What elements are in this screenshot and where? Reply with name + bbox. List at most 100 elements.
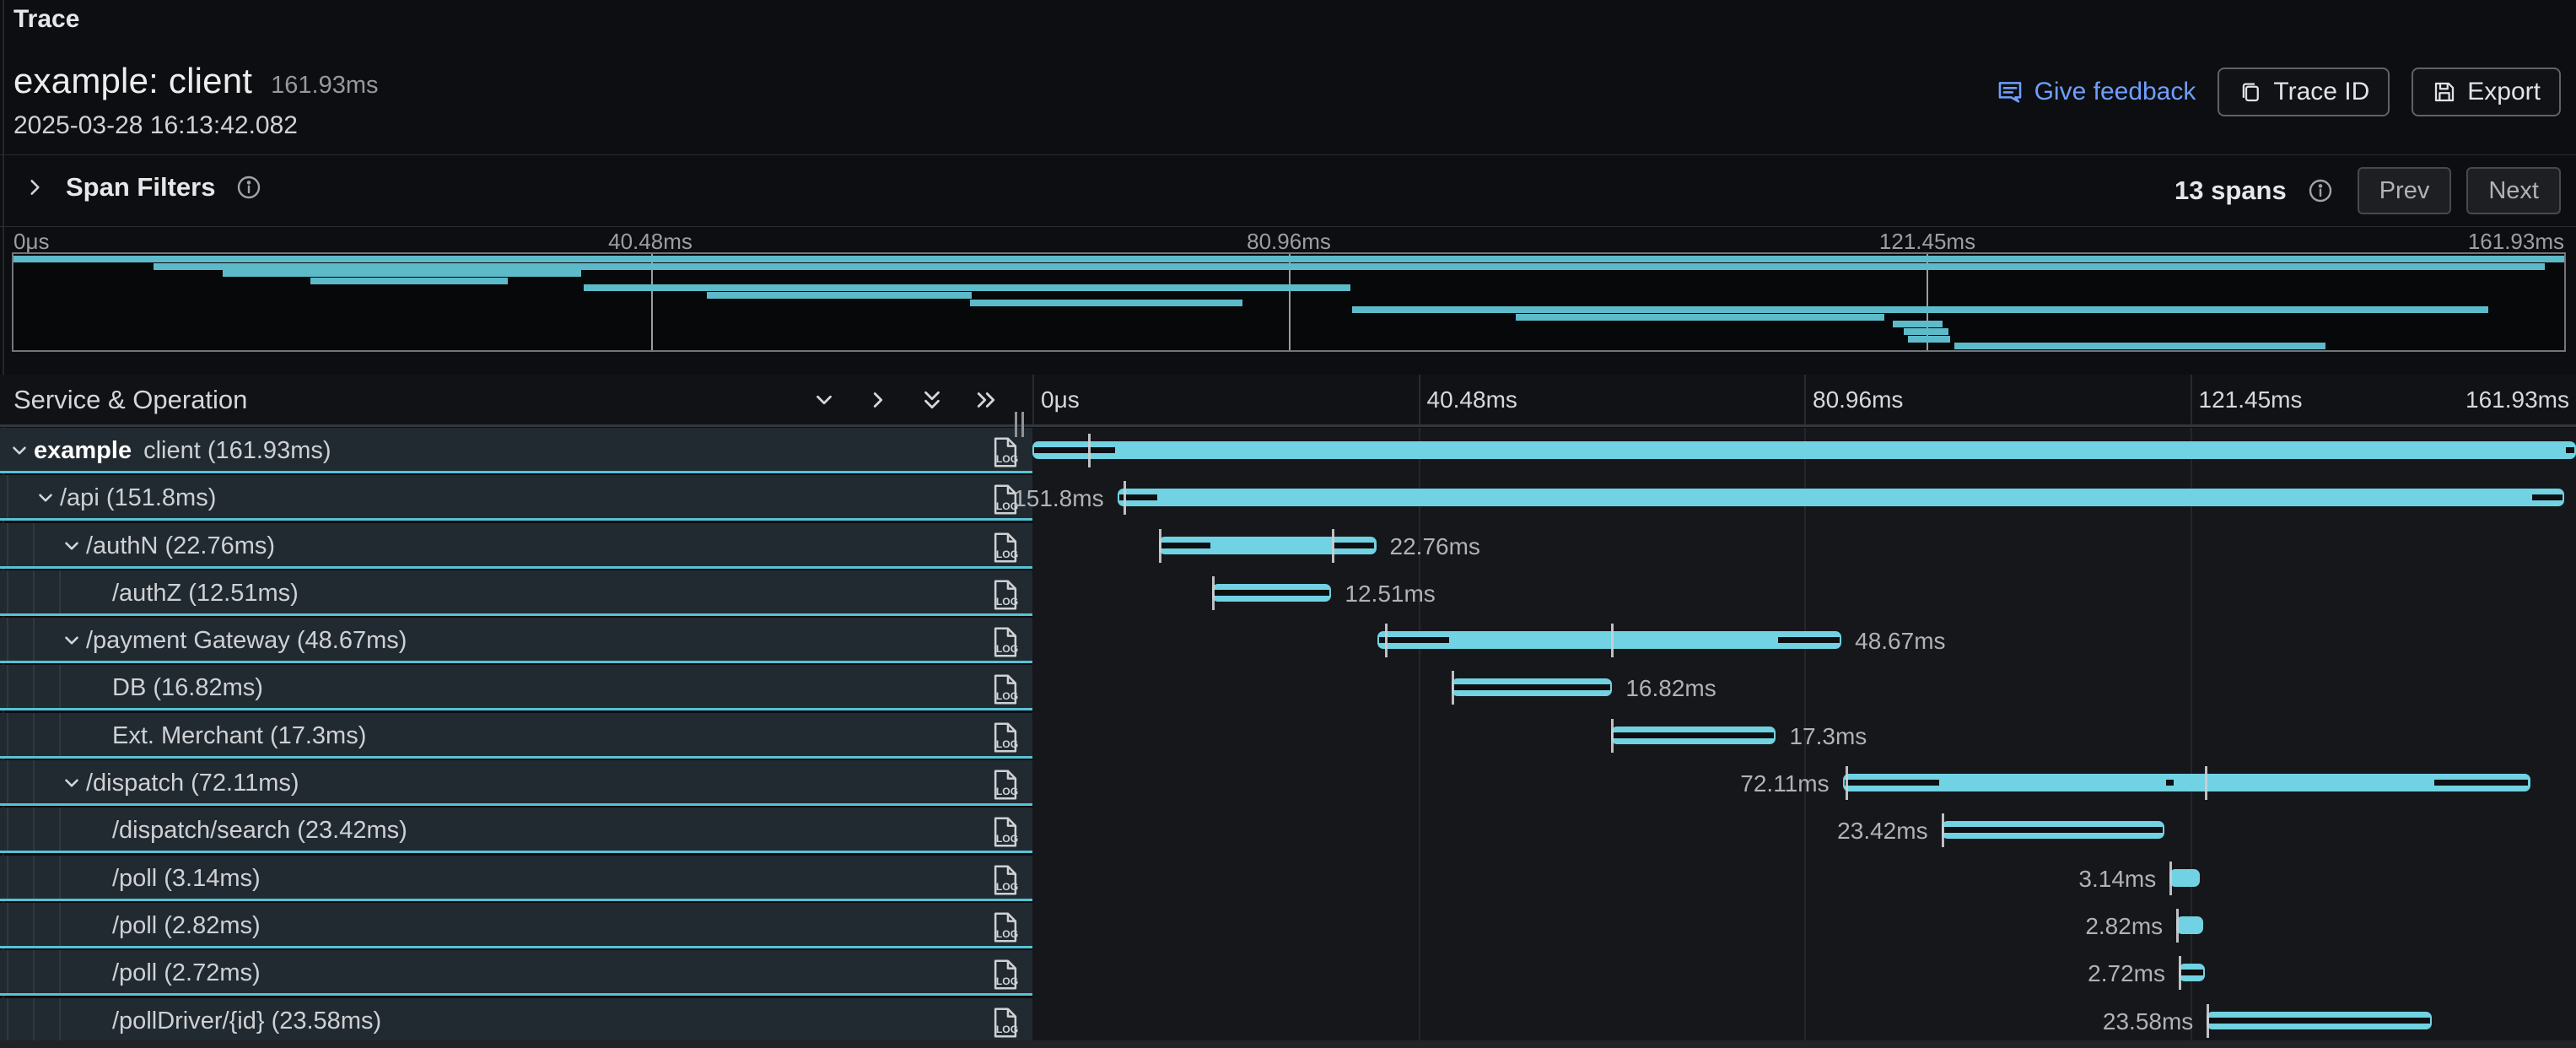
collapse-chevron-icon[interactable] [61,629,83,651]
span-name-cell[interactable]: /authZ (12.51ms)LOG [0,570,1032,616]
minimap-span-bar [154,263,2545,270]
span-row[interactable]: /pollDriver/{id} (23.58ms)LOG 23.58ms [0,998,2576,1045]
span-bar[interactable] [1843,774,2530,791]
minimap-span-bar [310,278,508,284]
give-feedback-link[interactable]: Give feedback [1996,78,2196,106]
timeline-tick-label: 161.93ms [2466,386,2569,413]
collapse-chevron-icon[interactable] [8,440,30,462]
collapse-one-icon[interactable] [811,387,837,413]
span-name-cell[interactable]: /payment Gateway (48.67ms)LOG [0,618,1032,663]
span-row[interactable]: /authZ (12.51ms)LOG12.51ms [0,570,2576,618]
collapse-chevron-icon[interactable] [35,487,57,509]
span-bar[interactable] [2169,869,2199,887]
span-row[interactable]: /poll (2.82ms)LOG2.82ms [0,903,2576,950]
span-row[interactable]: Ext. Merchant (17.3ms)LOG17.3ms [0,713,2576,760]
critical-path-overlay [1845,780,1940,786]
span-timeline-cell[interactable]: 23.58ms [1032,998,2576,1045]
span-row[interactable]: /poll (2.72ms)LOG2.72ms [0,950,2576,997]
span-name-cell[interactable]: /poll (2.72ms)LOG [0,950,1032,996]
span-timeline-cell[interactable]: 151.8ms [1032,475,2576,522]
log-icon[interactable]: LOG [990,721,1021,754]
critical-path-overlay [2166,780,2173,786]
log-icon[interactable]: LOG [990,531,1021,565]
info-icon[interactable] [2307,177,2334,204]
next-span-button[interactable]: Next [2466,167,2561,214]
collapse-all-icon[interactable] [919,387,945,413]
log-icon[interactable]: LOG [990,578,1021,612]
span-timeline-cell[interactable]: 23.42ms [1032,808,2576,855]
critical-path-overlay [2532,494,2563,500]
span-row[interactable]: /api (151.8ms)LOG151.8ms [0,475,2576,522]
span-event-tick [1212,576,1215,610]
timeline-header-tick [1419,375,1420,424]
span-name-cell[interactable]: /api (151.8ms)LOG [0,475,1032,521]
span-label: /api (151.8ms) [60,484,216,512]
span-name-cell[interactable]: /poll (2.82ms)LOG [0,903,1032,948]
critical-path-overlay [1214,590,1329,596]
span-name-cell[interactable]: /poll (3.14ms)LOG [0,856,1032,901]
span-bar[interactable] [1032,441,2576,459]
span-duration-label: 48.67ms [1855,628,1945,655]
span-timeline-cell[interactable]: 2.72ms [1032,950,2576,997]
log-icon[interactable]: LOG [990,768,1021,802]
column-resizer-handle[interactable] [1010,405,1027,444]
span-timeline-cell[interactable] [1032,428,2576,475]
horizontal-scrollbar[interactable] [0,1040,2576,1048]
prev-span-button[interactable]: Prev [2358,167,2452,214]
critical-path-overlay [1453,684,1610,690]
span-name-cell[interactable]: Ext. Merchant (17.3ms)LOG [0,713,1032,759]
log-icon[interactable]: LOG [990,863,1021,897]
span-row[interactable]: /dispatch (72.11ms)LOG72.11ms [0,760,2576,808]
svg-text:LOG: LOG [996,833,1018,845]
span-name-cell[interactable]: exampleclient (161.93ms)LOG [0,428,1032,473]
span-bar[interactable] [2176,916,2203,934]
span-row[interactable]: /authN (22.76ms)LOG 22.76ms [0,523,2576,570]
collapse-chevron-icon[interactable] [61,772,83,794]
gantt-header: Service & Operation 0μs40.48ms80.96ms121… [0,375,2576,427]
span-bar[interactable] [1118,489,2565,506]
span-timeline-cell[interactable]: 17.3ms [1032,713,2576,760]
indent-guide [33,903,35,946]
span-name-cell[interactable]: /pollDriver/{id} (23.58ms)LOG [0,998,1032,1044]
log-icon[interactable]: LOG [990,673,1021,706]
log-icon[interactable]: LOG [990,625,1021,659]
timeline-header-tick [2191,375,2192,424]
span-row[interactable]: /payment Gateway (48.67ms)LOG 48.67ms [0,618,2576,665]
log-icon[interactable]: LOG [990,1006,1021,1040]
timeline-header-tick [1804,375,1806,424]
span-timeline-cell[interactable]: 2.82ms [1032,903,2576,950]
indent-guide [59,713,61,756]
span-timeline-cell[interactable]: 48.67ms [1032,618,2576,665]
span-name-cell[interactable]: /dispatch/search (23.42ms)LOG [0,808,1032,853]
span-name-cell[interactable]: DB (16.82ms)LOG [0,665,1032,710]
collapse-chevron-icon[interactable] [61,535,83,557]
svg-text:LOG: LOG [996,786,1018,797]
span-row[interactable]: exampleclient (161.93ms)LOG [0,428,2576,475]
span-timeline-cell[interactable]: 3.14ms [1032,856,2576,903]
trace-minimap[interactable] [12,252,2566,352]
log-icon[interactable]: LOG [990,910,1021,944]
span-timeline-cell[interactable]: 72.11ms [1032,760,2576,808]
span-timeline-cell[interactable]: 16.82ms [1032,665,2576,712]
trace-id-button[interactable]: Trace ID [2218,68,2390,116]
log-icon[interactable]: LOG [990,958,1021,991]
service-operation-header: Service & Operation [0,375,1032,424]
span-filters-toggle[interactable]: Span Filters [24,172,262,203]
log-icon[interactable]: LOG [990,815,1021,849]
expand-all-icon[interactable] [973,387,999,413]
span-row[interactable]: /dispatch/search (23.42ms)LOG23.42ms [0,808,2576,855]
span-row[interactable]: DB (16.82ms)LOG16.82ms [0,665,2576,712]
span-row[interactable]: /poll (3.14ms)LOG3.14ms [0,856,2576,903]
span-name-cell[interactable]: /dispatch (72.11ms)LOG [0,760,1032,806]
span-duration-label: 22.76ms [1390,533,1480,560]
indent-guide [59,665,61,708]
span-timeline-cell[interactable]: 12.51ms [1032,570,2576,618]
info-icon[interactable] [235,174,262,201]
span-name-cell[interactable]: /authN (22.76ms)LOG [0,523,1032,569]
span-event-tick [1159,529,1161,563]
export-button[interactable]: Export [2412,68,2561,116]
span-duration-label: 23.58ms [2103,1008,2193,1035]
span-timeline-cell[interactable]: 22.76ms [1032,523,2576,570]
expand-one-icon[interactable] [865,387,891,413]
indent-guide [33,523,35,566]
